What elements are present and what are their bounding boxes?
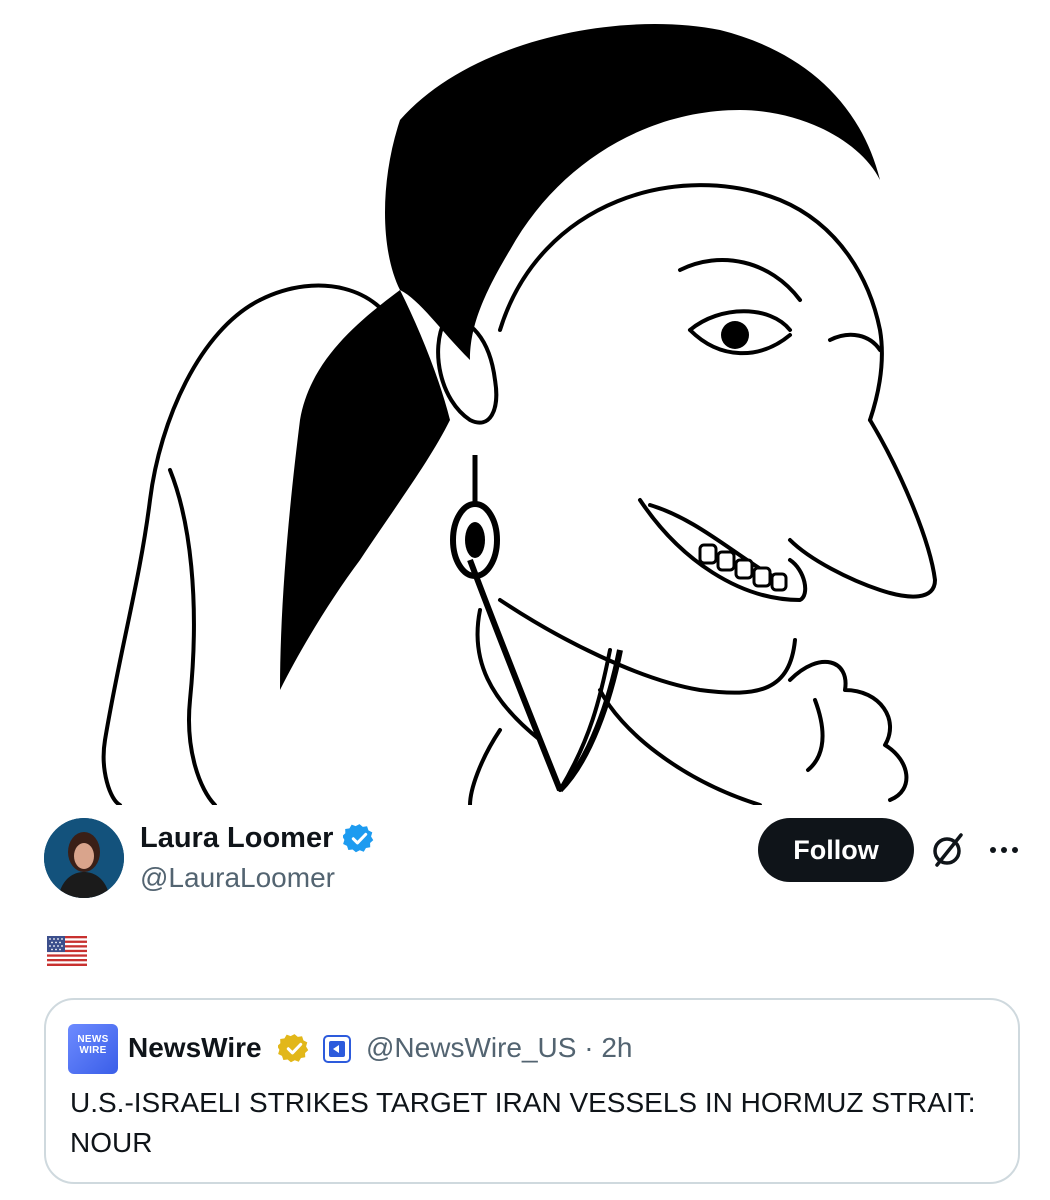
author-name[interactable]: Laura Loomer [140,820,333,856]
author-avatar[interactable] [44,818,124,898]
quoted-author-handle[interactable]: @NewsWire_US [366,1032,576,1063]
quoted-post-text: U.S.-ISRAELI STRIKES TARGET IRAN VESSELS… [70,1087,976,1158]
us-flag-icon [47,936,87,966]
author-handle[interactable]: @LauraLoomer [140,860,335,896]
post-image[interactable] [0,0,1050,805]
quoted-timestamp[interactable]: 2h [601,1032,632,1063]
affiliate-badge-icon[interactable] [323,1035,351,1063]
avatar-portrait [44,818,124,898]
quoted-author-meta: @NewsWire_US · 2h [366,1031,633,1065]
follow-button[interactable]: Follow [758,818,914,882]
caricature-illustration [101,24,937,805]
gold-verified-badge-icon[interactable] [278,1032,311,1065]
verified-badge-icon[interactable] [343,822,376,855]
more-options-icon[interactable] [984,836,1024,864]
quoted-avatar-logo: NEWS WIRE [68,1034,118,1056]
grok-icon[interactable] [928,830,968,870]
avatar-logo-line2: WIRE [79,1045,107,1056]
meta-separator: · [584,1032,594,1063]
quoted-author-avatar[interactable]: NEWS WIRE [68,1024,118,1074]
avatar-logo-line1: NEWS [77,1034,109,1045]
quoted-author-name[interactable]: NewsWire [128,1031,262,1065]
